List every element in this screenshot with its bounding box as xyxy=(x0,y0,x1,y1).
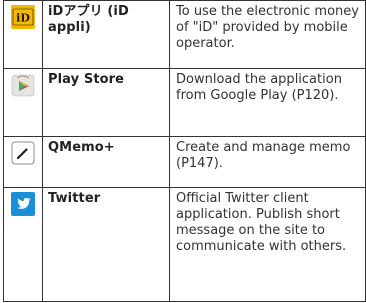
icon-cell xyxy=(3,68,43,137)
app-name-cell: QMemo+ xyxy=(42,136,170,188)
app-description-cell: Official Twitter client application. Pub… xyxy=(169,187,366,302)
app-name: Play Store xyxy=(48,72,125,87)
table-row: Twitter Official Twitter client applicat… xyxy=(3,187,366,302)
app-name: QMemo+ xyxy=(48,140,115,155)
app-description-cell: Download the application from Google Pla… xyxy=(169,68,366,137)
app-name: iDアプリ (iD appli) xyxy=(48,4,129,35)
app-name-cell: Twitter xyxy=(42,187,170,302)
play-store-icon xyxy=(11,74,35,97)
app-description: Official Twitter client application. Pub… xyxy=(176,191,347,254)
id-icon: iD xyxy=(11,5,35,29)
app-description-cell: Create and manage memo (P147). xyxy=(169,136,366,188)
table-row: QMemo+ Create and manage memo (P147). xyxy=(3,136,366,188)
pencil-icon xyxy=(11,141,35,165)
app-table: iD iDアプリ (iD appli) To use the electroni… xyxy=(3,0,366,302)
app-name-cell: iDアプリ (iD appli) xyxy=(42,0,170,69)
svg-text:iD: iD xyxy=(16,12,30,25)
twitter-icon xyxy=(11,192,35,216)
table-row: iD iDアプリ (iD appli) To use the electroni… xyxy=(3,0,366,69)
app-name: Twitter xyxy=(48,191,101,206)
app-description: To use the electronic money of "iD" prov… xyxy=(176,4,359,51)
icon-cell xyxy=(3,136,43,188)
app-description-cell: To use the electronic money of "iD" prov… xyxy=(169,0,366,69)
app-name-cell: Play Store xyxy=(42,68,170,137)
icon-cell xyxy=(3,187,43,302)
icon-cell: iD xyxy=(3,0,43,69)
app-description: Create and manage memo (P147). xyxy=(176,140,351,171)
app-description: Download the application from Google Pla… xyxy=(176,72,342,103)
table-row: Play Store Download the application from… xyxy=(3,68,366,137)
